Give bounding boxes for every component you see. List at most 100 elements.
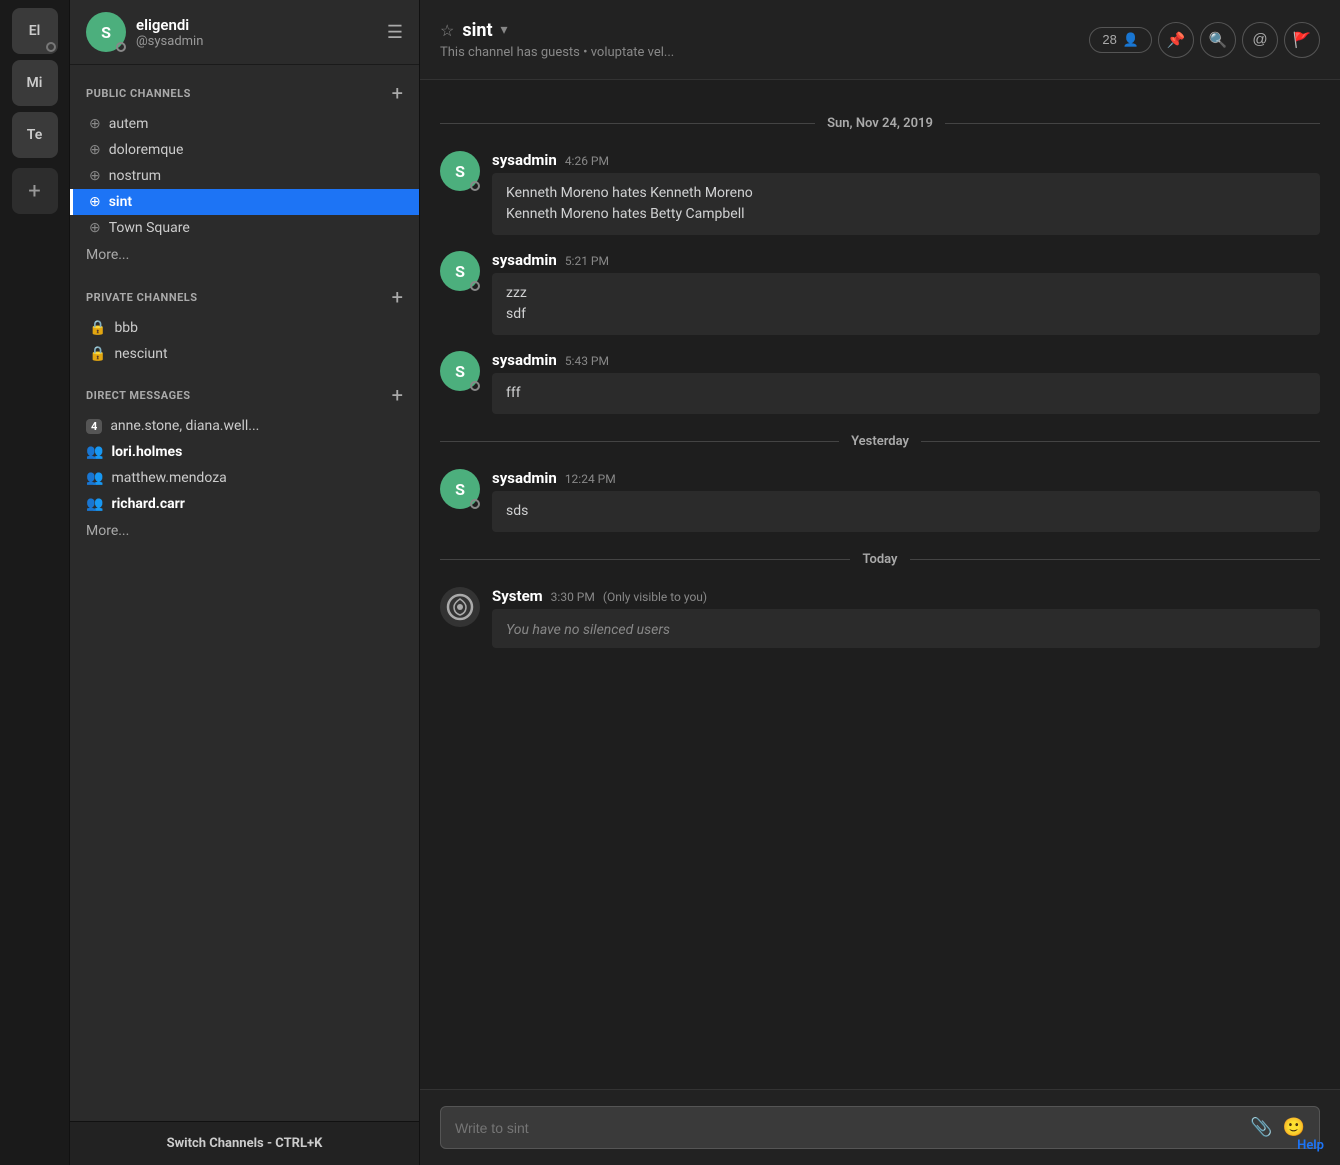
mention-button[interactable]: @ <box>1242 22 1278 58</box>
channel-name-row: ☆ sint ▾ <box>440 20 1077 41</box>
add-direct-message-button[interactable]: + <box>392 385 403 405</box>
public-channels-more[interactable]: More... <box>70 241 419 269</box>
message-text: Kenneth Moreno hates Kenneth Moreno Kenn… <box>506 183 1306 225</box>
message-line: sdf <box>506 304 1306 325</box>
date-divider-yesterday: Yesterday <box>440 434 1320 449</box>
system-avatar <box>440 587 480 627</box>
channel-item-autem[interactable]: ⊕ autem <box>70 111 419 137</box>
rail-item-el[interactable]: El <box>12 8 58 54</box>
attachment-icon[interactable]: 📎 <box>1250 1117 1272 1138</box>
message-meta: System 3:30 PM (Only visible to you) <box>492 587 1320 605</box>
private-channels-section-header: PRIVATE CHANNELS + <box>70 269 419 315</box>
message-input[interactable] <box>455 1120 1240 1136</box>
dm-name: lori.holmes <box>111 444 182 460</box>
dm-item-lori[interactable]: 👥 lori.holmes <box>70 439 419 465</box>
message-body: sysadmin 5:21 PM zzz sdf <box>492 251 1320 335</box>
message-meta: sysadmin 5:21 PM <box>492 251 1320 269</box>
avatar: S <box>86 12 126 52</box>
channel-item-doloremque[interactable]: ⊕ doloremque <box>70 137 419 163</box>
message-author: sysadmin <box>492 351 557 369</box>
message-line: fff <box>506 383 1306 404</box>
public-channels-section-header: PUBLIC CHANNELS + <box>70 65 419 111</box>
divider-line <box>440 123 815 124</box>
message-body: sysadmin 4:26 PM Kenneth Moreno hates Ke… <box>492 151 1320 235</box>
sidebar-header: S eligendi @sysadmin ☰ <box>70 0 419 65</box>
channel-header-left: ☆ sint ▾ This channel has guests • volup… <box>440 20 1077 60</box>
globe-icon: ⊕ <box>89 168 101 184</box>
channel-name: nostrum <box>109 168 161 184</box>
public-channels-label: PUBLIC CHANNELS <box>86 87 191 100</box>
message-line: zzz <box>506 283 1306 304</box>
add-private-channel-button[interactable]: + <box>392 287 403 307</box>
divider-line <box>910 559 1320 560</box>
channel-item-sint[interactable]: ⊕ sint <box>70 189 419 215</box>
globe-icon: ⊕ <box>89 142 101 158</box>
message-content: Kenneth Moreno hates Kenneth Moreno Kenn… <box>492 173 1320 235</box>
dm-more[interactable]: More... <box>70 517 419 545</box>
dm-item-matthew[interactable]: 👥 matthew.mendoza <box>70 465 419 491</box>
message-meta: sysadmin 12:24 PM <box>492 469 1320 487</box>
search-button[interactable]: 🔍 <box>1200 22 1236 58</box>
switch-channels-footer[interactable]: Switch Channels - CTRL+K <box>70 1121 419 1165</box>
icon-rail: El Mi Te + <box>0 0 70 1165</box>
members-button[interactable]: 28 👤 <box>1089 27 1152 53</box>
date-divider-nov24: Sun, Nov 24, 2019 <box>440 116 1320 131</box>
menu-button[interactable]: ☰ <box>387 22 403 43</box>
people-icon: 👥 <box>86 444 103 460</box>
message-author: sysadmin <box>492 251 557 269</box>
channel-item-nostrum[interactable]: ⊕ nostrum <box>70 163 419 189</box>
globe-icon: ⊕ <box>89 220 101 236</box>
channel-item-town-square[interactable]: ⊕ Town Square <box>70 215 419 241</box>
input-area: 📎 🙂 <box>420 1089 1340 1165</box>
direct-messages-label: DIRECT MESSAGES <box>86 389 191 402</box>
message-group: S sysadmin 5:43 PM fff <box>440 351 1320 414</box>
rail-item-mi[interactable]: Mi <box>12 60 58 106</box>
sidebar-content: PUBLIC CHANNELS + ⊕ autem ⊕ doloremque ⊕… <box>70 65 419 1121</box>
rail-initials: El <box>29 23 41 39</box>
rail-item-te[interactable]: Te <box>12 112 58 158</box>
username: eligendi <box>136 16 377 34</box>
pin-button[interactable]: 📌 <box>1158 22 1194 58</box>
channel-item-nesciunt[interactable]: 🔒 nesciunt <box>70 341 419 367</box>
avatar: S <box>440 151 480 191</box>
message-time: 5:21 PM <box>565 254 609 268</box>
user-handle: @sysadmin <box>136 34 377 49</box>
header-actions: 28 👤 📌 🔍 @ 🚩 <box>1089 22 1320 58</box>
message-text: fff <box>506 383 1306 404</box>
channel-description: This channel has guests • voluptate vel.… <box>440 45 1077 60</box>
lock-icon: 🔒 <box>89 320 106 336</box>
message-time: 4:26 PM <box>565 154 609 168</box>
add-public-channel-button[interactable]: + <box>392 83 403 103</box>
help-link[interactable]: Help <box>1297 1138 1324 1153</box>
divider-line <box>440 559 850 560</box>
message-group: S sysadmin 5:21 PM zzz sdf <box>440 251 1320 335</box>
message-line: Kenneth Moreno hates Kenneth Moreno <box>506 183 1306 204</box>
star-icon[interactable]: ☆ <box>440 21 454 40</box>
user-info: eligendi @sysadmin <box>136 16 377 49</box>
message-time: 5:43 PM <box>565 354 609 368</box>
channel-name: nesciunt <box>114 346 167 362</box>
message-meta: sysadmin 4:26 PM <box>492 151 1320 169</box>
emoji-icon[interactable]: 🙂 <box>1283 1117 1305 1138</box>
members-count: 28 <box>1102 32 1116 47</box>
message-group: S sysadmin 12:24 PM sds <box>440 469 1320 532</box>
chevron-down-icon[interactable]: ▾ <box>501 22 508 38</box>
message-time: 3:30 PM <box>551 590 595 604</box>
private-channels-label: PRIVATE CHANNELS <box>86 291 198 304</box>
message-content: You have no silenced users <box>492 609 1320 648</box>
message-author: System <box>492 587 543 605</box>
message-text: sds <box>506 501 1306 522</box>
message-content: sds <box>492 491 1320 532</box>
dm-item-anne-diana[interactable]: 4 anne.stone, diana.well... <box>70 413 419 439</box>
dm-name: richard.carr <box>111 496 184 512</box>
people-icon: 👥 <box>86 470 103 486</box>
rail-add-button[interactable]: + <box>12 168 58 214</box>
channel-item-bbb[interactable]: 🔒 bbb <box>70 315 419 341</box>
message-line: Kenneth Moreno hates Betty Campbell <box>506 204 1306 225</box>
dm-item-richard[interactable]: 👥 richard.carr <box>70 491 419 517</box>
flag-button[interactable]: 🚩 <box>1284 22 1320 58</box>
direct-messages-section-header: DIRECT MESSAGES + <box>70 367 419 413</box>
channel-name: doloremque <box>109 142 184 158</box>
message-content: zzz sdf <box>492 273 1320 335</box>
divider-line <box>945 123 1320 124</box>
